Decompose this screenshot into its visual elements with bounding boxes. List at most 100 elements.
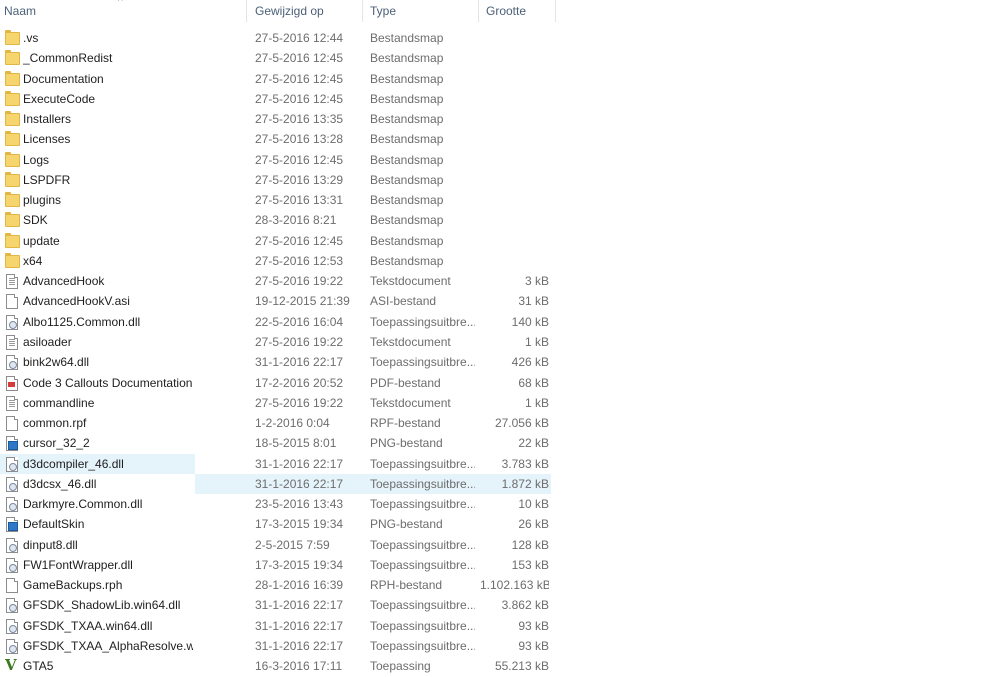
file-row[interactable]: Code 3 Callouts Documentation 17-2-2016 2… [0, 373, 1000, 393]
folder-icon [4, 210, 20, 230]
file-modified-date: 27-5-2016 12:45 [255, 71, 344, 86]
file-modified-date: 27-5-2016 12:45 [255, 51, 344, 66]
file-modified-date: 23-5-2016 13:43 [255, 497, 344, 512]
file-type: Tekstdocument [370, 395, 451, 410]
file-type: Bestandsmap [370, 71, 444, 86]
file-row[interactable]: _CommonRedist 27-5-2016 12:45 Bestandsmap [0, 48, 1000, 68]
file-size: 26 kB [518, 517, 549, 532]
file-row[interactable]: x64 27-5-2016 12:53 Bestandsmap [0, 251, 1000, 271]
file-row[interactable]: GFSDK_TXAA.win64.dll 31-1-2016 22:17 Toepa… [0, 616, 1000, 636]
column-header-name[interactable]: Naam ^ [0, 0, 247, 22]
file-modified-date: 27-5-2016 19:22 [255, 395, 344, 410]
file-type: Bestandsmap [370, 31, 444, 45]
file-name: DefaultSkin [23, 517, 85, 532]
folder-icon [4, 48, 20, 68]
file-row[interactable]: FW1FontWrapper.dll 17-3-2015 19:34 Toepass… [0, 555, 1000, 575]
column-header-modified-label: Gewijzigd op [255, 4, 324, 18]
file-name: commandline [23, 395, 95, 410]
dll-icon [4, 636, 20, 656]
column-header-size[interactable]: Grootte [479, 0, 556, 22]
file-row[interactable]: GameBackups.rph 28-1-2016 16:39 RPH-bestan… [0, 575, 1000, 595]
file-row[interactable]: .vs 27-5-2016 12:44 Bestandsmap [0, 28, 1000, 48]
file-name: GFSDK_TXAA.win64.dll [23, 618, 153, 633]
file-type: Bestandsmap [370, 51, 444, 66]
file-size: 3.783 kB [501, 456, 549, 471]
file-row[interactable]: GFSDK_ShadowLib.win64.dll 31-1-2016 22:17… [0, 595, 1000, 615]
file-row[interactable]: LSPDFR 27-5-2016 13:29 Bestandsmap [0, 170, 1000, 190]
file-name: .vs [23, 31, 39, 45]
file-row[interactable]: AdvancedHook 27-5-2016 19:22 Tekstdocument… [0, 271, 1000, 291]
file-size: 31 kB [518, 294, 549, 309]
file-row[interactable]: d3dcompiler_46.dll 31-1-2016 22:17 Toepass… [0, 453, 1000, 474]
file-row[interactable]: ExecuteCode 27-5-2016 12:45 Bestandsmap [0, 89, 1000, 109]
file-modified-date: 31-1-2016 22:17 [255, 355, 344, 370]
file-list: .vs 27-5-2016 12:44 Bestandsmap _CommonRedi… [0, 28, 1000, 677]
file-row[interactable]: dinput8.dll 2-5-2015 7:59 Toepassingsuitbr… [0, 535, 1000, 555]
file-name: LSPDFR [23, 172, 71, 187]
folder-icon [4, 251, 20, 271]
file-modified-date: 27-5-2016 19:22 [255, 274, 344, 289]
file-row[interactable]: d3dcsx_46.dll 31-1-2016 22:17 Toepassingsu… [0, 473, 1000, 494]
file-row[interactable]: cursor_32_2 18-5-2015 8:01 PNG-bestand 22 k… [0, 433, 1000, 453]
file-row[interactable]: V GTA5 16-3-2016 17:11 Toepassing 55.213 kB [0, 656, 1000, 676]
file-size: 22 kB [518, 436, 549, 451]
text-document-icon [4, 271, 20, 291]
file-modified-date: 31-1-2016 22:17 [255, 456, 344, 471]
folder-icon [4, 109, 20, 129]
file-modified-date: 19-12-2015 21:39 [255, 294, 350, 309]
file-modified-date: 27-5-2016 13:35 [255, 112, 344, 127]
file-icon [4, 291, 20, 311]
file-name: GTA5 [23, 659, 54, 674]
file-type: Toepassing [370, 659, 431, 674]
file-modified-date: 22-5-2016 16:04 [255, 314, 344, 329]
file-type: RPF-bestand [370, 416, 441, 431]
file-row[interactable]: Documentation 27-5-2016 12:45 Bestandsmap [0, 69, 1000, 89]
file-name: GFSDK_ShadowLib.win64.dll [23, 598, 181, 613]
file-row[interactable]: Darkmyre.Common.dll 23-5-2016 13:43 Toepas… [0, 494, 1000, 514]
file-name: x64 [23, 253, 43, 268]
file-row[interactable]: Albo1125.Common.dll 22-5-2016 16:04 Toepas… [0, 312, 1000, 332]
pdf-icon [4, 373, 20, 393]
file-row[interactable]: Installers 27-5-2016 13:35 Bestandsmap [0, 109, 1000, 129]
file-modified-date: 31-1-2016 22:17 [255, 618, 344, 633]
file-type: Bestandsmap [370, 253, 444, 268]
file-row[interactable]: commandline 27-5-2016 19:22 Tekstdocument 1… [0, 393, 1000, 413]
file-name: asiloader [23, 334, 72, 349]
file-name: plugins [23, 193, 62, 208]
file-type: PNG-bestand [370, 517, 443, 532]
folder-icon [4, 170, 20, 190]
file-row[interactable]: AdvancedHookV.asi 19-12-2015 21:39 ASI-bes… [0, 291, 1000, 311]
file-modified-date: 31-1-2016 22:17 [255, 476, 344, 491]
file-row[interactable]: update 27-5-2016 12:45 Bestandsmap [0, 231, 1000, 251]
file-size: 1 kB [524, 395, 549, 410]
folder-icon [4, 69, 20, 89]
file-name: _CommonRedist [23, 51, 113, 66]
file-row[interactable]: GFSDK_TXAA_AlphaResolve.win64.dll 31-1-20… [0, 636, 1000, 656]
column-header-type-label: Type [370, 4, 397, 18]
file-row[interactable]: SDK 28-3-2016 8:21 Bestandsmap [0, 210, 1000, 230]
column-header-size-label: Grootte [486, 4, 527, 18]
file-row[interactable]: plugins 27-5-2016 13:31 Bestandsmap [0, 190, 1000, 210]
column-header-name-label: Naam [4, 4, 37, 18]
file-modified-date: 27-5-2016 12:45 [255, 91, 344, 106]
file-modified-date: 27-5-2016 19:22 [255, 334, 344, 349]
file-row[interactable]: asiloader 27-5-2016 19:22 Tekstdocument 1 k… [0, 332, 1000, 352]
file-name: Code 3 Callouts Documentation [23, 375, 193, 390]
file-name: ExecuteCode [23, 91, 96, 106]
file-modified-date: 16-3-2016 17:11 [255, 659, 343, 674]
file-size: 3 kB [524, 274, 549, 289]
file-row[interactable]: Licenses 27-5-2016 13:28 Bestandsmap [0, 129, 1000, 149]
image-icon [4, 433, 20, 453]
column-header-type[interactable]: Type [363, 0, 479, 22]
file-row[interactable]: DefaultSkin 17-3-2015 19:34 PNG-bestand 26 … [0, 514, 1000, 534]
file-size: 140 kB [511, 314, 549, 329]
file-name: Documentation [23, 71, 104, 86]
file-type: Bestandsmap [370, 193, 444, 208]
file-row[interactable]: Logs 27-5-2016 12:45 Bestandsmap [0, 150, 1000, 170]
file-type: Bestandsmap [370, 152, 444, 167]
file-row[interactable]: bink2w64.dll 31-1-2016 22:17 Toepassingsui… [0, 352, 1000, 372]
file-row[interactable]: common.rpf 1-2-2016 0:04 RPF-bestand 27.056… [0, 413, 1000, 433]
folder-icon [4, 190, 20, 210]
file-size: 1 kB [524, 334, 549, 349]
column-header-modified[interactable]: Gewijzigd op [247, 0, 363, 22]
